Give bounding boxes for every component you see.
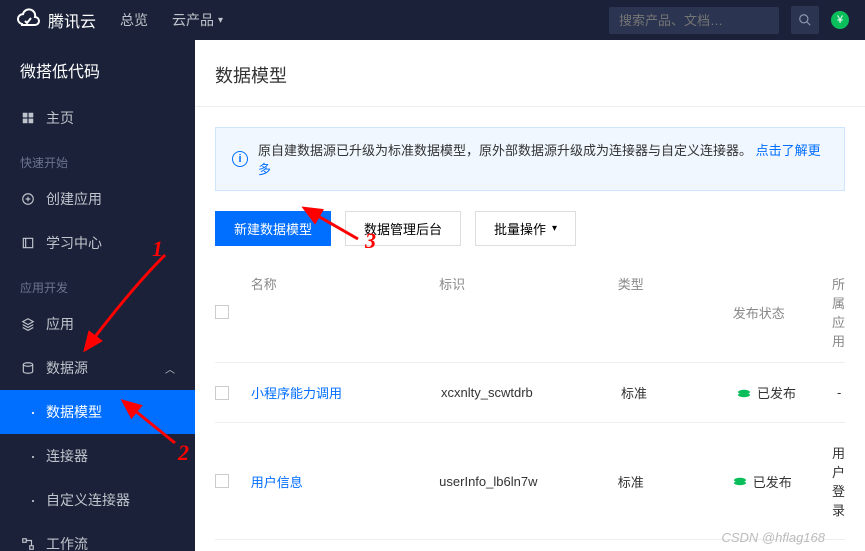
sidebar-item-datasource[interactable]: 数据源 ︿ bbox=[0, 346, 195, 390]
checkbox[interactable] bbox=[215, 386, 229, 400]
batch-button[interactable]: 批量操作 ▾ bbox=[475, 211, 576, 246]
plus-circle-icon bbox=[20, 191, 36, 207]
sidebar-item-custom-connector[interactable]: 自定义连接器 bbox=[0, 478, 195, 522]
search-icon bbox=[798, 13, 812, 27]
sidebar-item-apps[interactable]: 应用 bbox=[0, 302, 195, 346]
topnav-products[interactable]: 云产品 ▾ bbox=[172, 10, 223, 30]
row-type: 标准 bbox=[621, 383, 737, 402]
layers-icon bbox=[20, 316, 36, 332]
table-row: 管理员 admin_2pbomei 标准 已发布 - bbox=[215, 540, 845, 551]
row-id: xcxnlty_scwtdrb bbox=[441, 385, 621, 400]
notice-text: 原自建数据源已升级为标准数据模型，原外部数据源升级成为连接器与自定义连接器。 点… bbox=[258, 140, 828, 178]
col-header-app: 所属应用 bbox=[832, 274, 845, 350]
logo[interactable]: 腾讯云 bbox=[16, 8, 96, 32]
row-status: 已发布 bbox=[737, 383, 837, 402]
notice-banner: i 原自建数据源已升级为标准数据模型，原外部数据源升级成为连接器与自定义连接器。… bbox=[215, 127, 845, 191]
search-button[interactable] bbox=[791, 6, 819, 34]
chevron-up-icon: ︿ bbox=[165, 361, 175, 376]
status-icon bbox=[737, 388, 751, 398]
sidebar-item-learn[interactable]: 学习中心 bbox=[0, 221, 195, 265]
sidebar-item-data-model[interactable]: 数据模型 bbox=[0, 390, 195, 434]
checkbox[interactable] bbox=[215, 474, 229, 488]
chevron-down-icon: ▾ bbox=[218, 15, 223, 26]
sidebar-item-create-app[interactable]: 创建应用 bbox=[0, 177, 195, 221]
table-header: 名称 标识 类型 发布状态 所属应用 bbox=[215, 262, 845, 363]
sidebar-label: 主页 bbox=[46, 108, 74, 128]
col-header-id: 标识 bbox=[439, 274, 618, 350]
main: 数据模型 i 原自建数据源已升级为标准数据模型，原外部数据源升级成为连接器与自定… bbox=[195, 40, 865, 551]
grid-icon bbox=[20, 110, 36, 126]
table-row: 用户信息 userInfo_lb6ln7w 标准 已发布 用户登录 bbox=[215, 423, 845, 540]
sidebar-label: 工作流 bbox=[46, 534, 88, 551]
cloud-icon bbox=[16, 8, 40, 32]
sidebar-item-workflow[interactable]: 工作流 bbox=[0, 522, 195, 551]
status-icon bbox=[733, 476, 747, 486]
col-header-type: 类型 bbox=[618, 274, 733, 350]
sidebar-group-dev: 应用开发 bbox=[0, 265, 195, 302]
database-icon bbox=[20, 360, 36, 376]
row-name-link[interactable]: 小程序能力调用 bbox=[251, 386, 342, 401]
sidebar-label: 自定义连接器 bbox=[46, 490, 130, 510]
row-app: 用户登录 bbox=[832, 443, 845, 519]
col-header-status: 发布状态 bbox=[733, 274, 832, 350]
sidebar-label: 数据源 bbox=[46, 358, 88, 378]
brand-text: 腾讯云 bbox=[48, 8, 96, 32]
balance-icon[interactable]: ¥ bbox=[831, 11, 849, 29]
sidebar-label: 连接器 bbox=[46, 446, 88, 466]
data-admin-button[interactable]: 数据管理后台 bbox=[345, 211, 461, 246]
row-id: userInfo_lb6ln7w bbox=[439, 474, 618, 489]
sidebar-item-home[interactable]: 主页 bbox=[0, 96, 195, 140]
sidebar-label: 学习中心 bbox=[46, 233, 102, 253]
topbar: 腾讯云 总览 云产品 ▾ ¥ bbox=[0, 0, 865, 40]
sidebar-group-quick: 快速开始 bbox=[0, 140, 195, 177]
sidebar-item-connector[interactable]: 连接器 bbox=[0, 434, 195, 478]
row-status: 已发布 bbox=[733, 472, 832, 491]
sidebar-label: 应用 bbox=[46, 314, 74, 334]
row-name-link[interactable]: 用户信息 bbox=[251, 475, 303, 490]
topnav: 总览 云产品 ▾ bbox=[120, 10, 223, 30]
row-type: 标准 bbox=[618, 472, 733, 491]
info-icon: i bbox=[232, 151, 248, 167]
row-app: - bbox=[837, 385, 845, 400]
chevron-down-icon: ▾ bbox=[552, 223, 557, 234]
col-header-name: 名称 bbox=[251, 274, 439, 350]
toolbar: 新建数据模型 数据管理后台 批量操作 ▾ bbox=[215, 211, 845, 246]
new-model-button[interactable]: 新建数据模型 bbox=[215, 211, 331, 246]
table-row: 小程序能力调用 xcxnlty_scwtdrb 标准 已发布 - bbox=[215, 363, 845, 423]
data-table: 名称 标识 类型 发布状态 所属应用 小程序能力调用 xcxnlty_scwtd… bbox=[215, 262, 845, 551]
topnav-overview[interactable]: 总览 bbox=[120, 10, 148, 30]
flow-icon bbox=[20, 536, 36, 551]
page-title: 数据模型 bbox=[195, 40, 865, 107]
search-input[interactable] bbox=[609, 7, 779, 34]
sidebar-title: 微搭低代码 bbox=[0, 40, 195, 96]
sidebar-label: 数据模型 bbox=[46, 402, 102, 422]
book-icon bbox=[20, 235, 36, 251]
checkbox-all[interactable] bbox=[215, 305, 229, 319]
sidebar: 微搭低代码 主页 快速开始 创建应用 学习中心 应用开发 应用 数据源 ︿ 数据… bbox=[0, 40, 195, 551]
sidebar-label: 创建应用 bbox=[46, 189, 102, 209]
